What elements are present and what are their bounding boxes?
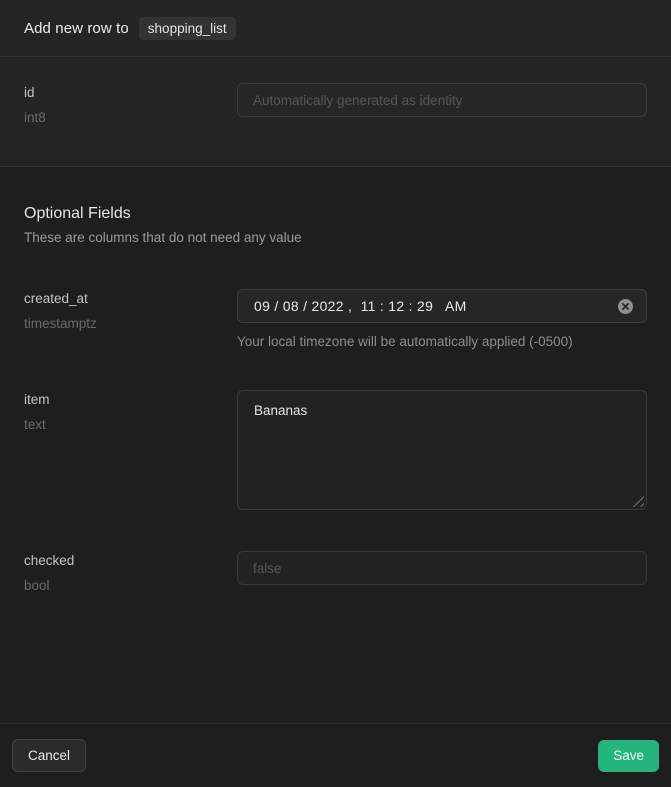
id-input[interactable] [237,83,647,117]
field-labels-id: id int8 [24,83,237,125]
circle-x-icon [617,298,634,315]
created-at-control: 09 / 08 / 2022 , 11 : 12 : 29 AM Your lo… [237,289,647,349]
field-name-id: id [24,85,237,100]
add-row-panel: Add new row to shopping_list id int8 Opt… [0,0,671,787]
created-at-datetime-input[interactable]: 09 / 08 / 2022 , 11 : 12 : 29 AM [237,289,647,323]
field-labels-item: item text [24,390,237,432]
clear-datetime-button[interactable] [617,298,634,315]
field-type-item: text [24,417,237,432]
optional-fields-section: Optional Fields These are columns that d… [0,167,671,723]
field-labels-created-at: created_at timestamptz [24,289,237,331]
field-row-item: item text Bananas [24,390,647,510]
field-type-checked: bool [24,578,237,593]
panel-title: Add new row to [24,20,129,37]
item-textarea[interactable]: Bananas [237,390,647,510]
timezone-helper-text: Your local timezone will be automaticall… [237,334,647,349]
field-type-created-at: timestamptz [24,316,237,331]
field-row-checked: checked bool [24,551,647,593]
panel-header: Add new row to shopping_list [0,0,671,57]
save-button[interactable]: Save [598,740,659,772]
field-labels-checked: checked bool [24,551,237,593]
optional-fields-subheading: These are columns that do not need any v… [24,230,647,245]
field-row-id: id int8 [24,83,647,125]
item-textarea-wrap: Bananas [237,390,647,510]
field-row-created-at: created_at timestamptz 09 / 08 / 2022 , … [24,289,647,349]
cancel-button[interactable]: Cancel [12,739,86,772]
table-name-badge: shopping_list [139,17,236,40]
created-at-value: 09 / 08 / 2022 , 11 : 12 : 29 AM [254,298,467,314]
checked-input[interactable] [237,551,647,585]
field-type-id: int8 [24,110,237,125]
field-name-created-at: created_at [24,291,237,306]
field-name-checked: checked [24,553,237,568]
field-name-item: item [24,392,237,407]
panel-footer: Cancel Save [0,723,671,787]
optional-fields-heading: Optional Fields [24,205,647,223]
required-fields-section: id int8 [0,57,671,167]
